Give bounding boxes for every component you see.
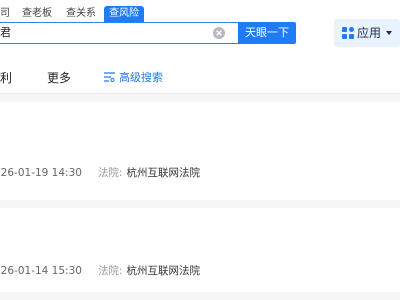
search-header: 司 查老板 查关系 查风险 君 天眼一下 应用 [0,0,400,62]
apps-button[interactable]: 应用 [334,19,400,47]
advanced-search-label: 高级搜索 [119,71,163,84]
subnav-item-patent[interactable]: 利 [0,69,12,86]
card-separator [0,94,400,102]
court-name[interactable]: 杭州互联网法院 [126,265,200,277]
tab-risk[interactable]: 查风险 [104,6,144,22]
result-meta: 026-01-19 14:30 法院: 杭州互联网法院 [0,166,200,180]
caret-down-icon [386,31,392,35]
filter-lines-icon [104,72,115,82]
apps-label: 应用 [357,26,382,40]
tab-company[interactable]: 司 [0,6,10,22]
search-input-value: 君 [0,26,11,39]
apps-grid-icon [342,27,354,39]
result-date: 026-01-19 14:30 [0,167,82,179]
court-label: 法院: [97,265,123,277]
court-name[interactable]: 杭州互联网法院 [126,167,200,179]
search-button[interactable]: 天眼一下 [238,22,296,44]
result-meta: 026-01-14 15:30 法院: 杭州互联网法院 [0,264,200,278]
court-label: 法院: [97,167,123,179]
subnav-item-more[interactable]: 更多 [47,69,71,86]
card-separator [0,200,400,208]
clear-icon[interactable] [213,27,225,39]
result-date: 026-01-14 15:30 [0,265,82,277]
page-root: 司 查老板 查关系 查风险 君 天眼一下 应用 利 更多 高级搜索 026-01… [0,0,400,300]
sub-navigation: 利 更多 高级搜索 [0,62,400,94]
search-input[interactable]: 君 [0,22,238,44]
card-separator [0,292,400,300]
tab-relation[interactable]: 查关系 [66,6,96,22]
tab-boss[interactable]: 查老板 [22,6,52,22]
